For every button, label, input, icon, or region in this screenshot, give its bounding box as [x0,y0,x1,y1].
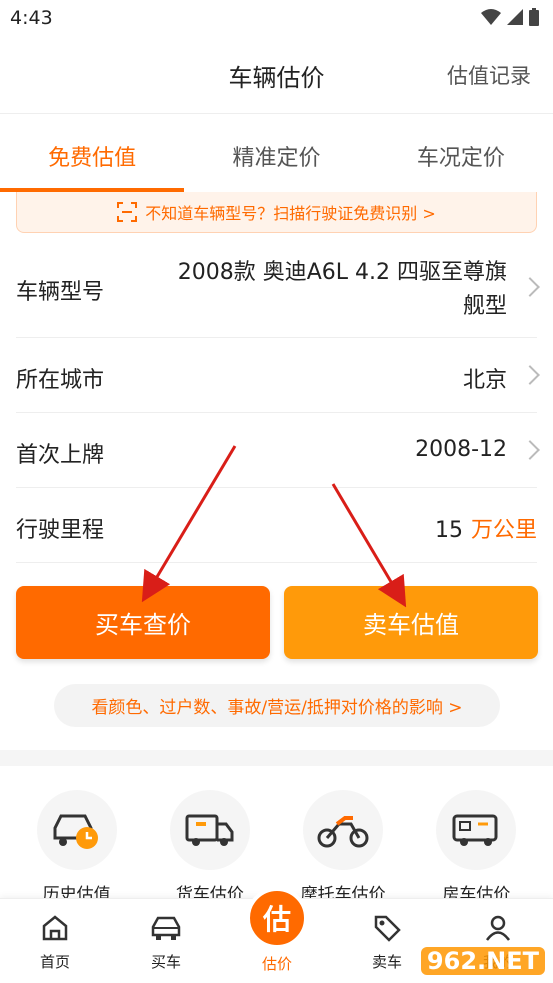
nav-home[interactable]: 首页 [15,913,95,972]
category-truck-valuation[interactable]: 货车估价 [150,790,270,905]
nav-label: 首页 [39,953,70,971]
rv-icon [452,814,498,846]
tab-precise-pricing[interactable]: 精准定价 [184,114,368,192]
vehicle-model-row[interactable]: 车辆型号 2008款 奥迪A6L 4.2 四驱至尊旗 舰型 [16,238,540,338]
nav-label: 估价 [261,955,292,973]
valuation-record-link[interactable]: 估值记录 [447,60,531,90]
chevron-right-icon [520,440,540,460]
category-motorcycle-valuation[interactable]: 摩托车估价 [283,790,403,905]
tab-free-valuation[interactable]: 免费估值 [0,114,185,192]
vehicle-model-value-line2: 舰型 [462,294,507,319]
tag-icon [374,915,401,942]
category-history-valuation[interactable]: 历史估值 [17,790,137,905]
nav-sell-car[interactable]: 卖车 [347,913,427,972]
first-registration-label: 首次上牌 [16,443,105,468]
sell-car-valuation-button[interactable]: 卖车估值 [284,586,538,659]
header: 车辆估价 估值记录 [0,38,553,114]
price-factors-link[interactable]: 看颜色、过户数、事故/营运/抵押对价格的影响 > [54,684,500,727]
tab-bar: 免费估值 精准定价 车况定价 [0,114,553,192]
vehicle-model-label: 车辆型号 [16,280,105,305]
nav-label: 买车 [150,953,181,971]
city-value: 北京 [462,368,507,393]
status-bar: 4:43 [0,0,553,38]
buy-car-price-button[interactable]: 买车查价 [16,586,270,659]
watermark-logo: 962.NET [420,947,545,975]
mileage-unit: 万公里 [470,518,537,543]
mileage-label: 行驶里程 [16,518,105,543]
car-icon [151,916,181,940]
nav-buy-car[interactable]: 买车 [126,913,206,972]
category-grid: 历史估值 货车估价 摩托车估价 房车估价 [0,790,553,905]
vehicle-model-value: 2008款 奥迪A6L 4.2 四驱至尊旗 舰型 [178,256,507,324]
motorcycle-icon [317,816,369,848]
nav-label: 卖车 [371,953,402,971]
category-rv-valuation[interactable]: 房车估价 [416,790,536,905]
mileage-value-group: 15 万公里 [435,512,537,544]
battery-icon [529,8,539,26]
home-icon [42,915,68,941]
scan-banner-text: 不知道车辆型号？扫描行驶证免费识别 > [145,204,436,223]
status-icons [481,8,539,26]
first-registration-row[interactable]: 首次上牌 2008-12 [16,413,540,488]
first-registration-value: 2008-12 [415,437,507,462]
car-clock-icon [53,814,98,849]
section-divider [0,750,553,766]
user-icon [485,915,511,941]
mileage-row: 行驶里程 15 万公里 [16,488,537,563]
nav-estimate[interactable]: 估价 [237,953,317,974]
chevron-right-icon [520,365,540,385]
wifi-icon [481,9,501,25]
vehicle-model-value-line1: 2008款 奥迪A6L 4.2 四驱至尊旗 [177,260,507,285]
scan-icon [117,202,138,222]
signal-icon [507,9,523,25]
estimate-icon[interactable]: 估 [246,887,308,949]
tab-condition-pricing[interactable]: 车况定价 [369,114,553,192]
truck-icon [185,814,234,846]
city-row[interactable]: 所在城市 北京 [16,338,540,413]
mileage-input[interactable]: 15 [435,518,463,543]
status-time: 4:43 [10,7,53,29]
chevron-right-icon [520,277,540,297]
screen: 4:43 车辆估价 估值记录 免费估值 精准定价 车况定价 不知道车辆型号？扫描… [0,0,553,983]
scan-license-banner[interactable]: 不知道车辆型号？扫描行驶证免费识别 > [16,192,537,233]
city-label: 所在城市 [16,368,105,393]
